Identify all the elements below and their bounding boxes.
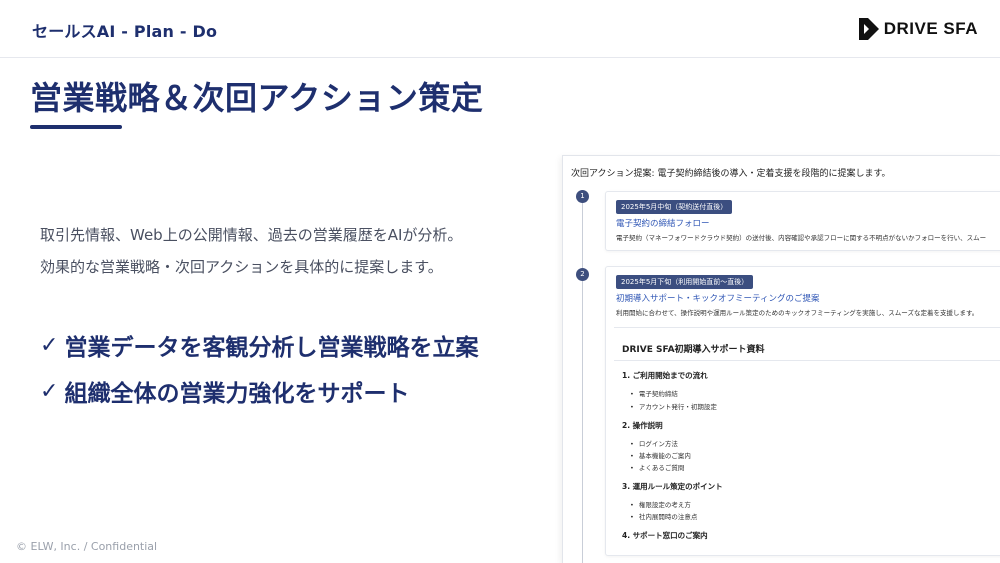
check-icon: ✓ (40, 332, 59, 358)
action-title-link[interactable]: 初期導入サポート・キックオフミーティングのご提案 (616, 292, 820, 304)
panel-heading: 次回アクション提案: 電子契約締結後の導入・定着支援を段階的に提案します。 (571, 169, 891, 179)
logo-text: DRIVE SFA (883, 19, 978, 38)
date-tag: 2025年5月中旬（契約送付直後） (616, 200, 733, 214)
action-title-link[interactable]: 電子契約の締結フォロー (616, 217, 710, 229)
logo: DRIVE SFA (858, 18, 978, 40)
doc-section-heading: 4. サポート窓口のご案内 (622, 531, 708, 540)
doc-section-heading: 3. 運用ルール策定のポイント (622, 482, 723, 491)
description-line-2: 効果的な営業戦略・次回アクションを具体的に提案します。 (40, 258, 443, 276)
timeline-line (582, 198, 583, 563)
action-card-2[interactable]: 2025年5月下旬（利用開始直前～直後） 初期導入サポート・キックオフミーティン… (605, 266, 1000, 556)
doc-list-item: 電子契約締結 (630, 388, 678, 398)
doc-list-item: 社内展開時の注意点 (630, 511, 698, 521)
page-title: 営業戦略＆次回アクション策定 (30, 79, 484, 117)
footer-copyright: © ELW, Inc. / Confidential (16, 540, 158, 553)
app-screenshot-panel: 次回アクション提案: 電子契約締結後の導入・定着支援を段階的に提案します。 1 … (562, 155, 1000, 563)
date-tag: 2025年5月下旬（利用開始直前～直後） (616, 275, 754, 289)
action-description: 電子契約（マネーフォワードクラウド契約）の送付後、内容確認や承認フローに関する不… (616, 234, 987, 242)
header: セールスAI - Plan - Do DRIVE SFA (0, 0, 1000, 58)
doc-list-item: 基本機能のご案内 (630, 450, 691, 460)
doc-list-item: アカウント発行・初期設定 (630, 401, 717, 411)
doc-section-heading: 2. 操作説明 (622, 421, 663, 430)
feature-point-2: ✓ 組織全体の営業力強化をサポート (40, 374, 409, 408)
feature-point-text: 組織全体の営業力強化をサポート (64, 381, 410, 407)
description-line-1: 取引先情報、Web上の公開情報、過去の営業履歴をAIが分析。 (40, 226, 463, 244)
support-document: DRIVE SFA初期導入サポート資料 1. ご利用開始までの流れ 電子契約締結… (614, 327, 1000, 547)
document-title: DRIVE SFA初期導入サポート資料 (622, 345, 765, 355)
feature-point-1: ✓ 営業データを客観分析し営業戦略を立案 (40, 328, 478, 362)
step-number-badge: 1 (576, 190, 589, 203)
brand-label: セールスAI - Plan - Do (32, 22, 218, 41)
doc-list-item: ログイン方法 (630, 438, 678, 448)
feature-point-text: 営業データを客観分析し営業戦略を立案 (64, 335, 479, 361)
check-icon: ✓ (40, 378, 59, 404)
doc-list-item: 権限設定の考え方 (630, 499, 691, 509)
doc-section-heading: 1. ご利用開始までの流れ (622, 371, 708, 380)
document-divider (614, 360, 1000, 361)
title-underline (30, 125, 122, 129)
doc-list-item: よくあるご質問 (630, 462, 685, 472)
action-description: 利用開始に合わせて、操作説明や運用ルール策定のためのキックオフミーティングを実施… (616, 309, 979, 317)
drive-sfa-logo-icon (858, 18, 879, 40)
step-number-badge: 2 (576, 268, 589, 281)
action-card-1[interactable]: 2025年5月中旬（契約送付直後） 電子契約の締結フォロー 電子契約（マネーフォ… (605, 191, 1000, 251)
